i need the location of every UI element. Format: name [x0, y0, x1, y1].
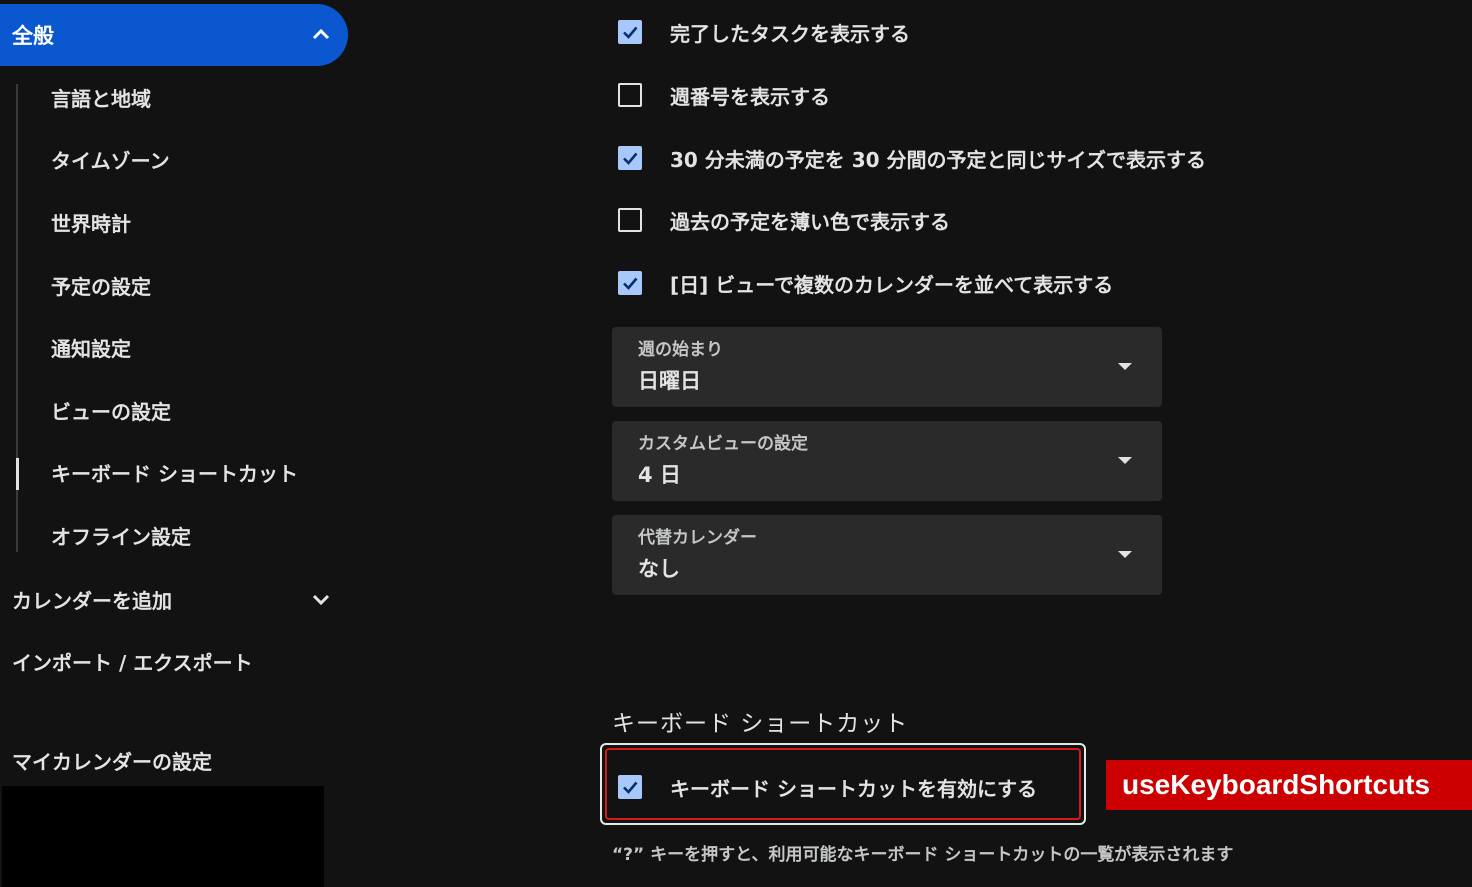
chevron-up-icon: [310, 24, 332, 46]
sidebar-item-label: カレンダーを追加: [12, 588, 172, 613]
checkbox-label: 30 分未満の予定を 30 分間の予定と同じサイズで表示する: [670, 147, 1206, 172]
select-week-start[interactable]: 週の始まり 日曜日: [612, 327, 1162, 407]
select-value: 日曜日: [638, 369, 701, 393]
select-custom-view[interactable]: カスタムビューの設定 4 日: [612, 421, 1162, 501]
sidebar-item-timezone[interactable]: タイムゾーン: [0, 129, 360, 192]
hint-text: “?” キーを押すと、利用可能なキーボード ショートカットの一覧が表示されます: [612, 845, 1234, 865]
sidebar-item-label: 通知設定: [51, 337, 131, 362]
sidebar-item-label: 予定の設定: [51, 274, 151, 299]
checkbox-checked[interactable]: [618, 775, 642, 799]
sidebar-item-notifications[interactable]: 通知設定: [0, 316, 360, 379]
checkbox-row-show-week-numbers[interactable]: 週番号を表示する: [618, 75, 830, 115]
my-calendars-heading: マイカレンダーの設定: [12, 750, 212, 774]
sidebar-item-general-label: 全般: [12, 24, 54, 48]
sidebar-item-event-settings[interactable]: 予定の設定: [0, 254, 360, 317]
checkbox-unchecked[interactable]: [618, 83, 642, 107]
dropdown-arrow-icon: [1118, 457, 1132, 464]
settings-sidebar: 全般 言語と地域 タイムゾーン 世界時計 予定の設定 通知設定 ビューの設定 キ…: [0, 0, 360, 887]
dropdown-arrow-icon: [1118, 363, 1132, 370]
select-value: 4 日: [638, 463, 681, 487]
general-subnav: 言語と地域 タイムゾーン 世界時計 予定の設定 通知設定 ビューの設定 キーボー…: [0, 66, 360, 567]
checkbox-label: 週番号を表示する: [670, 84, 830, 109]
section-title: キーボード ショートカット: [612, 711, 909, 737]
sidebar-item-label: オフライン設定: [51, 524, 191, 549]
select-label: カスタムビューの設定: [638, 434, 808, 454]
checkbox-checked[interactable]: [618, 146, 642, 170]
sidebar-item-language-region[interactable]: 言語と地域: [0, 66, 360, 129]
checkbox-label: 完了したタスクを表示する: [670, 21, 910, 46]
chevron-down-icon: [310, 588, 332, 610]
checkbox-row-show-completed-tasks[interactable]: 完了したタスクを表示する: [618, 12, 910, 52]
redacted-region: [2, 786, 324, 887]
select-label: 代替カレンダー: [638, 528, 757, 548]
sidebar-item-label: タイムゾーン: [51, 149, 170, 174]
checkbox-label: [日] ビューで複数のカレンダーを並べて表示する: [670, 272, 1114, 297]
checkbox-label: 過去の予定を薄い色で表示する: [670, 209, 950, 234]
select-alternate-calendar[interactable]: 代替カレンダー なし: [612, 515, 1162, 595]
checkbox-checked[interactable]: [618, 271, 642, 295]
sidebar-item-label: 世界時計: [51, 211, 131, 236]
sidebar-item-view-settings[interactable]: ビューの設定: [0, 379, 360, 442]
select-label: 週の始まり: [638, 340, 723, 360]
checkbox-row-dim-past-events[interactable]: 過去の予定を薄い色で表示する: [618, 200, 950, 240]
sidebar-item-keyboard-shortcuts[interactable]: キーボード ショートカット: [0, 442, 360, 505]
sidebar-item-add-calendar[interactable]: カレンダーを追加: [0, 568, 348, 630]
select-value: なし: [638, 557, 680, 581]
sidebar-item-general[interactable]: 全般: [0, 4, 348, 66]
sidebar-item-world-clock[interactable]: 世界時計: [0, 191, 360, 254]
annotation-label: useKeyboardShortcuts: [1106, 760, 1472, 810]
dropdown-arrow-icon: [1118, 551, 1132, 558]
sidebar-item-label: キーボード ショートカット: [51, 462, 298, 487]
sidebar-item-label: ビューの設定: [51, 399, 171, 424]
checkbox-row-short-events-same-size[interactable]: 30 分未満の予定を 30 分間の予定と同じサイズで表示する: [618, 138, 1206, 178]
sidebar-item-offline[interactable]: オフライン設定: [0, 504, 360, 567]
sidebar-item-label: 言語と地域: [51, 86, 151, 111]
checkbox-label: キーボード ショートカットを有効にする: [670, 776, 1038, 801]
sidebar-item-import-export[interactable]: インポート / エクスポート: [0, 630, 348, 692]
checkbox-unchecked[interactable]: [618, 208, 642, 232]
checkbox-row-enable-keyboard-shortcuts[interactable]: キーボード ショートカットを有効にする: [618, 767, 1037, 807]
checkbox-row-side-by-side-day-view[interactable]: [日] ビューで複数のカレンダーを並べて表示する: [618, 263, 1113, 303]
sidebar-item-label: インポート / エクスポート: [12, 650, 253, 675]
checkbox-checked[interactable]: [618, 20, 642, 44]
